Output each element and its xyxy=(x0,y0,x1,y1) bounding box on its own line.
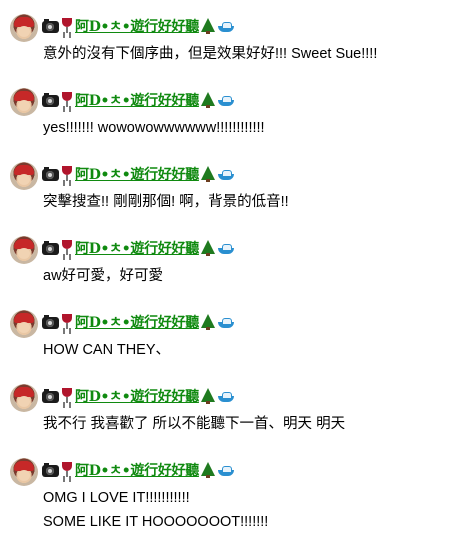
boat-icon xyxy=(217,18,235,34)
comment-line: 意外的沒有下個序曲，但是效果好好!!! Sweet Sue!!!! xyxy=(43,46,378,62)
avatar[interactable] xyxy=(10,384,38,412)
user-row: 阿D•ㅊ•遊行好好聽 xyxy=(42,312,236,332)
camera-icon xyxy=(42,463,59,477)
comment-line: 我不行 我喜歡了 所以不能聽下一首、明天 明天 xyxy=(43,416,346,432)
user-row: 阿D•ㅊ•遊行好好聽 xyxy=(42,164,236,184)
wine-glass-icon xyxy=(60,314,74,330)
comment-line: HOW CAN THEY、 xyxy=(43,342,171,358)
tree-icon xyxy=(200,166,216,182)
wine-glass-icon xyxy=(60,240,74,256)
camera-icon xyxy=(42,241,59,255)
wine-glass-icon xyxy=(60,462,74,478)
username-link[interactable]: 阿D•ㅊ•遊行好好聽 xyxy=(75,16,199,36)
tree-icon xyxy=(200,18,216,34)
wine-glass-icon xyxy=(60,18,74,34)
wine-glass-icon xyxy=(60,388,74,404)
tree-icon xyxy=(200,388,216,404)
tree-icon xyxy=(200,314,216,330)
comment-line: OMG I LOVE IT!!!!!!!!!!! xyxy=(43,490,190,506)
user-row: 阿D•ㅊ•遊行好好聽 xyxy=(42,238,236,258)
camera-icon xyxy=(42,315,59,329)
avatar[interactable] xyxy=(10,162,38,190)
avatar[interactable] xyxy=(10,310,38,338)
boat-icon xyxy=(217,166,235,182)
username-link[interactable]: 阿D•ㅊ•遊行好好聽 xyxy=(75,90,199,110)
user-row: 阿D•ㅊ•遊行好好聽 xyxy=(42,386,236,406)
comment-line: yes!!!!!!! wowowowwwwww!!!!!!!!!!!! xyxy=(43,120,265,136)
comment-line: aw好可愛，好可愛 xyxy=(43,268,164,284)
comment-text: 我不行 我喜歡了 所以不能聽下一首、明天 明天 xyxy=(43,412,345,436)
user-row: 阿D•ㅊ•遊行好好聽 xyxy=(42,16,236,36)
username-link[interactable]: 阿D•ㅊ•遊行好好聽 xyxy=(75,238,199,258)
avatar[interactable] xyxy=(10,458,38,486)
user-row: 阿D•ㅊ•遊行好好聽 xyxy=(42,90,236,110)
boat-icon xyxy=(217,388,235,404)
comment-text: 突擊搜查!! 剛剛那個! 啊，背景的低音!! xyxy=(43,190,289,214)
username-link[interactable]: 阿D•ㅊ•遊行好好聽 xyxy=(75,312,199,332)
wine-glass-icon xyxy=(60,166,74,182)
camera-icon xyxy=(42,93,59,107)
user-row: 阿D•ㅊ•遊行好好聽 xyxy=(42,460,236,480)
username-link[interactable]: 阿D•ㅊ•遊行好好聽 xyxy=(75,164,199,184)
avatar[interactable] xyxy=(10,14,38,42)
tree-icon xyxy=(200,240,216,256)
boat-icon xyxy=(217,462,235,478)
comment-text: 意外的沒有下個序曲，但是效果好好!!! Sweet Sue!!!! xyxy=(43,42,377,66)
boat-icon xyxy=(217,92,235,108)
comment-line: SOME LIKE IT HOOOOOOOT!!!!!!! xyxy=(43,514,269,530)
tree-icon xyxy=(200,462,216,478)
username-link[interactable]: 阿D•ㅊ•遊行好好聽 xyxy=(75,386,199,406)
comment-line: 突擊搜查!! 剛剛那個! 啊，背景的低音!! xyxy=(43,194,289,210)
camera-icon xyxy=(42,167,59,181)
wine-glass-icon xyxy=(60,92,74,108)
avatar[interactable] xyxy=(10,236,38,264)
camera-icon xyxy=(42,19,59,33)
comment-list: 阿D•ㅊ•遊行好好聽 意外的沒有下個序曲，但是效果好好!!! Sweet Sue… xyxy=(0,0,459,548)
boat-icon xyxy=(217,314,235,330)
comment-text: OMG I LOVE IT!!!!!!!!!!! SOME LIKE IT HO… xyxy=(43,486,268,534)
comment-text: HOW CAN THEY、 xyxy=(43,338,170,362)
comment-text: yes!!!!!!! wowowowwwwww!!!!!!!!!!!! xyxy=(43,116,265,140)
camera-icon xyxy=(42,389,59,403)
boat-icon xyxy=(217,240,235,256)
avatar[interactable] xyxy=(10,88,38,116)
username-link[interactable]: 阿D•ㅊ•遊行好好聽 xyxy=(75,460,199,480)
tree-icon xyxy=(200,92,216,108)
comment-text: aw好可愛，好可愛 xyxy=(43,264,163,288)
